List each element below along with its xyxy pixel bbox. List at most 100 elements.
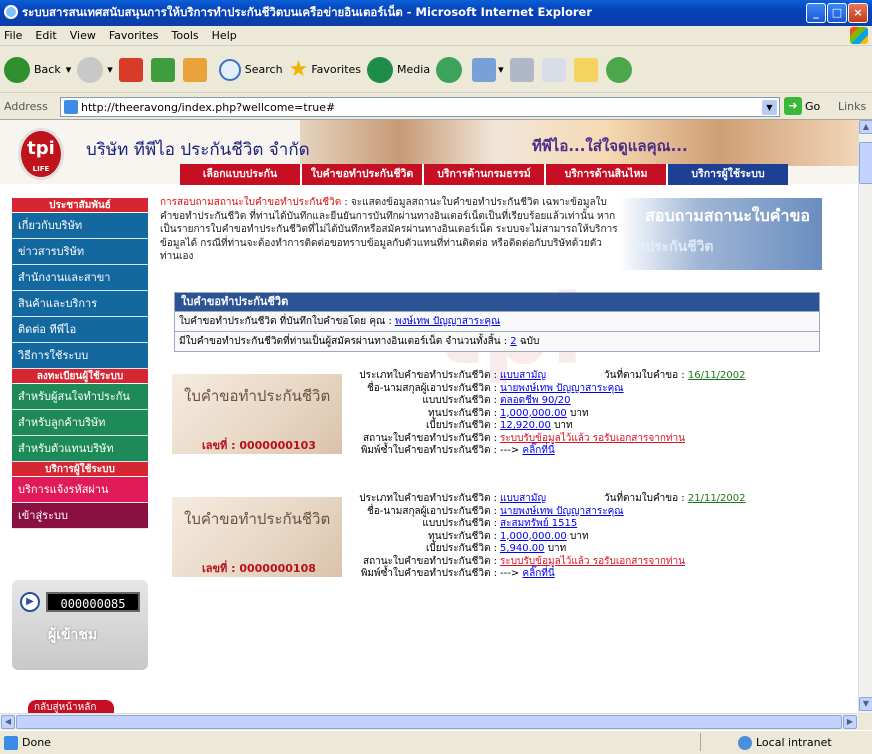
forward-button[interactable]: ▾ (77, 56, 113, 83)
chevron-down-icon[interactable]: ▼ (762, 100, 777, 115)
status-bar: Done Local intranet (0, 730, 872, 754)
application-image: ใบคำขอทำประกันชีวิต เลขที่ : 0000000103 (172, 374, 342, 454)
stop-button[interactable] (118, 57, 145, 82)
print-link[interactable]: คลิ๊กที่นี่ (522, 445, 554, 456)
maximize-button[interactable]: □ (827, 3, 847, 23)
refresh-icon (150, 57, 175, 82)
mail-button[interactable]: ▾ (472, 57, 504, 82)
back-to-home-button[interactable]: กลับสู่หน้าหลัก (28, 700, 114, 713)
label-sum: ทุนประกันชีวิต : (428, 530, 497, 542)
history-button[interactable] (436, 56, 466, 83)
close-button[interactable]: × (848, 3, 868, 23)
value-name[interactable]: นายพงษ์เทพ ปัญญาสาระคุณ (500, 506, 624, 517)
label-sum: ทุนประกันชีวิต : (428, 407, 497, 419)
back-label: Back (34, 63, 61, 76)
nav-user-service[interactable]: บริการผู้ใช้ระบบ (668, 164, 788, 185)
scroll-up-icon[interactable]: ▲ (859, 120, 872, 134)
messenger-button[interactable] (605, 56, 636, 83)
folder-button[interactable] (573, 57, 600, 82)
value-plan[interactable]: สะสมทรัพย์ 1515 (500, 518, 577, 529)
address-url: http://theeravong/index.php?wellcome=tru… (81, 100, 336, 114)
date-value[interactable]: 21/11/2002 (688, 493, 746, 504)
menu-favorites[interactable]: Favorites (109, 29, 159, 42)
scroll-thumb[interactable] (859, 142, 872, 184)
play-icon: ▶ (20, 592, 40, 612)
media-button[interactable]: Media (367, 56, 430, 83)
go-button[interactable]: ➜ Go (784, 97, 820, 115)
application-date: วันที่ตามใบคำขอ : 16/11/2002 (604, 370, 746, 383)
nav-policy-service[interactable]: บริการด้านกรมธรรม์ (424, 164, 546, 185)
nav-claims-service[interactable]: บริการด้านสินไหม (546, 164, 668, 185)
menu-tools[interactable]: Tools (172, 29, 199, 42)
sidebar-header-register: ลงทะเบียนผู้ใช้ระบบ (12, 369, 148, 384)
back-button[interactable]: Back ▾ (4, 56, 71, 83)
label-type: ประเภทใบคำขอทำประกันชีวิต : (359, 370, 497, 381)
menu-edit[interactable]: Edit (35, 29, 56, 42)
horizontal-scroll-thumb[interactable] (16, 715, 842, 729)
print-link[interactable]: คลิ๊กที่นี่ (522, 568, 554, 579)
print-button[interactable] (509, 57, 536, 82)
scroll-left-icon[interactable]: ◀ (1, 715, 15, 729)
nav-application[interactable]: ใบคำขอทำประกันชีวิต (302, 164, 424, 185)
menu-file[interactable]: File (4, 29, 22, 42)
summary-row-owner: ใบคำขอทำประกันชีวิต ที่บันทึกใบคำขอโดย ค… (175, 311, 819, 331)
value-premium[interactable]: 12,920.00 (500, 420, 551, 431)
horizontal-scrollbar[interactable]: ◀ ▶ (0, 713, 858, 729)
search-button[interactable]: Search (218, 58, 283, 81)
address-input[interactable]: http://theeravong/index.php?wellcome=tru… (60, 97, 780, 117)
favorites-label: Favorites (311, 63, 362, 76)
value-premium[interactable]: 5,940.00 (500, 543, 545, 554)
toolbar: Back ▾ ▾ Search ★ Favorites Media ▾ (0, 47, 872, 93)
go-arrow-icon: ➜ (784, 97, 802, 115)
value-name[interactable]: นายพงษ์เทพ ปัญญาสาระคุณ (500, 383, 624, 394)
sidebar-item-prospect[interactable]: สำหรับผู้สนใจทำประกัน (12, 384, 148, 410)
label-name: ชื่อ-นามสกุลผู้เอาประกันชีวิต : (366, 505, 497, 517)
application-card: ใบคำขอทำประกันชีวิต เลขที่ : 0000000103 ป… (172, 370, 822, 456)
sidebar-item-agent[interactable]: สำหรับตัวแทนบริษัท (12, 436, 148, 462)
sidebar-item-login[interactable]: เข้าสู่ระบบ (12, 503, 148, 529)
history-icon (436, 56, 463, 83)
label-status: สถานะใบคำขอทำประกันชีวิต : (363, 555, 497, 567)
menu-help[interactable]: Help (212, 29, 237, 42)
stop-icon (118, 57, 143, 82)
sidebar-item-howto[interactable]: วิธีการใช้ระบบ (12, 343, 148, 369)
tpi-logo: tpi LIFE (18, 128, 64, 180)
scroll-down-icon[interactable]: ▼ (859, 697, 872, 711)
value-status[interactable]: ระบบรับข้อมูลไว้แล้ว รอรับเอกสารจากท่าน (500, 433, 685, 444)
sidebar-item-products[interactable]: สินค้าและบริการ (12, 291, 148, 317)
ie-icon (4, 5, 18, 19)
scroll-right-icon[interactable]: ▶ (843, 715, 857, 729)
application-no: 0000000108 (239, 562, 316, 575)
owner-link[interactable]: พงษ์เทพ ปัญญาสาระคุณ (395, 316, 500, 327)
minimize-button[interactable]: _ (806, 3, 826, 23)
value-sum[interactable]: 1,000,000.00 (500, 531, 567, 542)
value-type[interactable]: แบบสามัญ (500, 370, 546, 381)
sidebar-item-news[interactable]: ข่าวสารบริษัท (12, 239, 148, 265)
sidebar-item-contact[interactable]: ติดต่อ ทีพีไอ (12, 317, 148, 343)
sidebar-item-about[interactable]: เกี่ยวกับบริษัท (12, 213, 148, 239)
vertical-scrollbar[interactable]: ▲ ▼ (858, 120, 872, 713)
menu-view[interactable]: View (70, 29, 96, 42)
home-button[interactable] (182, 57, 209, 82)
label-type: ประเภทใบคำขอทำประกันชีวิต : (359, 493, 497, 504)
edit-button[interactable] (541, 57, 568, 82)
sidebar-item-offices[interactable]: สำนักงานและสาขา (12, 265, 148, 291)
nav-choose-plan[interactable]: เลือกแบบประกัน (180, 164, 302, 185)
messenger-icon (605, 56, 632, 83)
favorites-button[interactable]: ★ Favorites (289, 57, 361, 82)
intranet-zone-icon (738, 736, 752, 750)
refresh-button[interactable] (150, 57, 177, 82)
date-value[interactable]: 16/11/2002 (688, 370, 746, 381)
application-summary: ใบคำขอทำประกันชีวิต ใบคำขอทำประกันชีวิต … (174, 292, 820, 352)
sidebar-item-customer[interactable]: สำหรับลูกค้าบริษัท (12, 410, 148, 436)
premium-unit: บาท (550, 420, 573, 431)
value-sum[interactable]: 1,000,000.00 (500, 408, 567, 419)
value-type[interactable]: แบบสามัญ (500, 493, 546, 504)
links-button[interactable]: Links (838, 100, 866, 113)
value-status[interactable]: ระบบรับข้อมูลไว้แล้ว รอรับเอกสารจากท่าน (500, 556, 685, 567)
counter-label: ผู้เข้าชม (48, 627, 98, 643)
label-premium: เบี้ยประกันชีวิต : (425, 543, 497, 554)
site-banner: tpi LIFE บริษัท ทีพีไอ ประกันชีวิต จำกัด … (0, 120, 858, 185)
value-plan[interactable]: ตลอดชีพ 90/20 (500, 395, 571, 406)
sidebar-item-password[interactable]: บริการแจ้งรหัสผ่าน (12, 477, 148, 503)
